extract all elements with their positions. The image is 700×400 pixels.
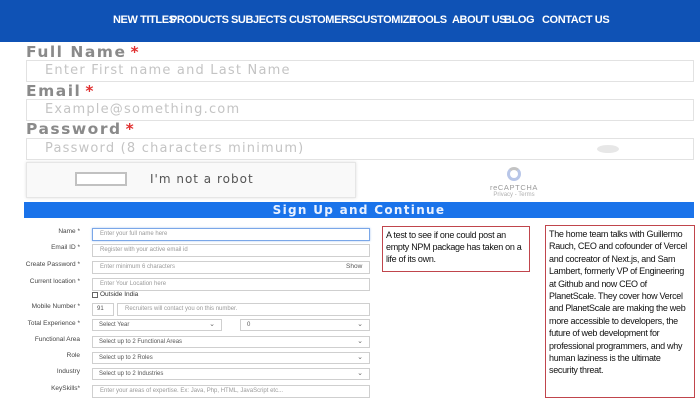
required-mark: * (125, 120, 136, 138)
keyskills-input[interactable]: Enter your areas of expertise. Ex: Java,… (92, 385, 370, 398)
label-text: Full Name (26, 43, 127, 61)
recaptcha-icon (507, 167, 521, 181)
role-label: Role (66, 352, 80, 359)
experience-month-select[interactable]: 0 ⌄ (240, 319, 370, 331)
nav-label: CONTACT US (542, 14, 610, 26)
eye-icon[interactable] (597, 145, 619, 153)
nav-new-titles[interactable]: NEW TITLES (113, 14, 176, 26)
required-mark: * (130, 43, 141, 61)
select-value: Select up to 2 Industries (99, 371, 164, 377)
functional-area-select[interactable]: Select up to 2 Functional Areas ⌄ (92, 336, 370, 348)
keyskills-label: KeySkills* (51, 385, 80, 392)
select-value: Select Year (99, 322, 130, 328)
nav-label: CUSTOMIZE (355, 14, 416, 26)
nav-subjects[interactable]: SUBJECTS ⌄ (231, 14, 295, 26)
industry-label: Industry (56, 368, 80, 375)
name-label: Name * (58, 228, 80, 235)
select-value: 0 (247, 322, 251, 328)
nav-label: PRODUCTS (170, 14, 229, 26)
nav-products[interactable]: PRODUCTS ⌄ (170, 14, 237, 26)
nav-contact-us[interactable]: CONTACT US (542, 14, 610, 26)
signup-button[interactable]: Sign Up and Continue (24, 202, 694, 218)
recaptcha-widget: I'm not a robot (26, 162, 356, 198)
chevron-down-icon: ⌄ (357, 354, 363, 361)
podcast-description-textbox: The home team talks with Guillermo Rauch… (545, 225, 695, 398)
industry-select[interactable]: Select up to 2 Industries ⌄ (92, 368, 370, 380)
functional-area-label: Functional Area (34, 336, 80, 343)
label-text: Email (26, 82, 82, 100)
role-select[interactable]: Select up to 2 Roles ⌄ (92, 352, 370, 364)
mobile-label: Mobile Number * (31, 303, 80, 310)
nav-customize[interactable]: CUSTOMIZE (355, 14, 416, 26)
email-id-input[interactable]: Register with your active email id (92, 244, 370, 257)
select-value: Select up to 2 Roles (99, 355, 153, 361)
chevron-down-icon: ⌄ (357, 370, 363, 377)
top-nav: NEW TITLES PRODUCTS ⌄ SUBJECTS ⌄ CUSTOMERS… (0, 0, 700, 42)
nav-customers[interactable]: CUSTOMERS ⌄ (289, 14, 364, 26)
captcha-label: I'm not a robot (150, 172, 254, 186)
chevron-down-icon: ⌄ (209, 321, 215, 328)
npm-test-textbox: A test to see if one could post an empty… (382, 226, 530, 272)
experience-year-select[interactable]: Select Year ⌄ (92, 319, 222, 331)
email-id-label: Email ID * (51, 244, 80, 251)
nav-tools[interactable]: TOOLS (411, 14, 447, 26)
recaptcha-logo: reCAPTCHA Privacy - Terms (480, 167, 548, 198)
location-input[interactable]: Enter Your Location here (92, 278, 370, 291)
nav-label: NEW TITLES (113, 14, 176, 26)
create-password-input[interactable]: Enter minimum 6 characters (92, 261, 370, 274)
chevron-down-icon: ⌄ (357, 338, 363, 345)
password-label: Password * (26, 120, 135, 138)
select-value: Select up to 2 Functional Areas (99, 339, 183, 345)
location-label: Current location * (29, 278, 80, 285)
email-label: Email * (26, 82, 95, 100)
label-text: Password (26, 120, 122, 138)
full-name-label: Full Name * (26, 43, 140, 61)
show-password-link[interactable]: Show (346, 263, 362, 270)
nav-label: ABOUT US (452, 14, 507, 26)
outside-india-label: Outside India (100, 291, 139, 298)
country-code-field[interactable]: 91 (92, 303, 114, 316)
required-mark: * (85, 82, 95, 100)
nav-blog[interactable]: BLOG (504, 14, 535, 26)
experience-label: Total Experience * (27, 320, 80, 327)
recaptcha-brand: reCAPTCHA (490, 183, 538, 192)
nav-about-us[interactable]: ABOUT US (452, 14, 507, 26)
outside-india-checkbox[interactable] (92, 292, 98, 298)
chevron-down-icon: ⌄ (357, 321, 363, 328)
nav-label: BLOG (504, 14, 535, 26)
mobile-input[interactable]: Recruiters will contact you on this numb… (117, 303, 370, 316)
email-input[interactable]: Example@something.com (26, 99, 694, 121)
full-name-input[interactable]: Enter First name and Last Name (26, 60, 694, 82)
nav-label: SUBJECTS (231, 14, 287, 26)
recaptcha-links[interactable]: Privacy - Terms (480, 192, 548, 198)
create-password-label: Create Password * (25, 261, 80, 268)
captcha-checkbox[interactable] (75, 172, 127, 186)
nav-label: CUSTOMERS (289, 14, 356, 26)
nav-label: TOOLS (411, 14, 447, 26)
password-input[interactable]: Password (8 characters minimum) (26, 138, 694, 160)
name-input[interactable]: Enter your full name here (92, 228, 370, 241)
